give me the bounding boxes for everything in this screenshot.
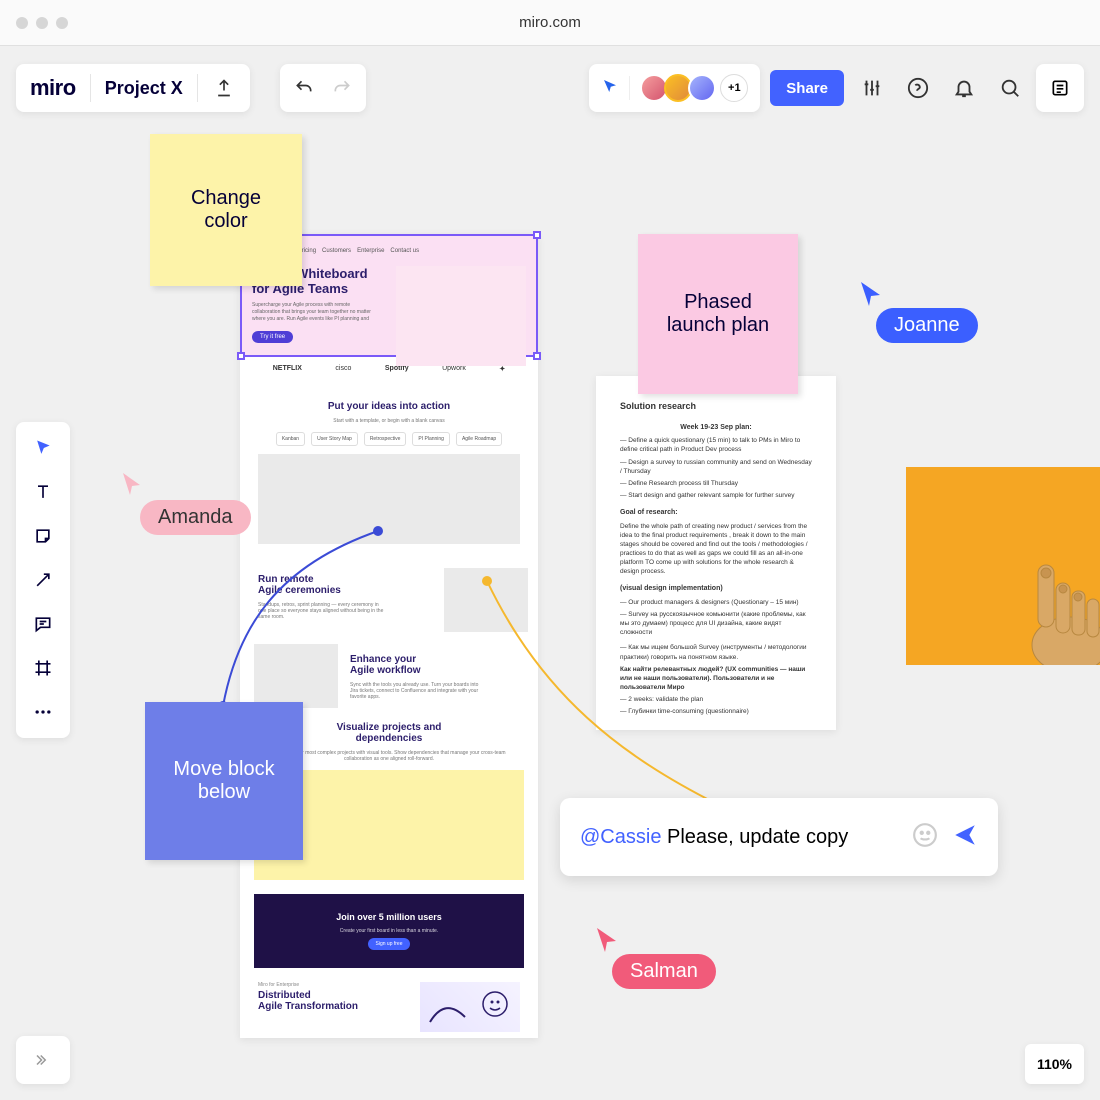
section-join: Join over 5 million users Create your fi… [254,894,524,968]
left-toolbar [16,422,70,738]
frame-tool-icon[interactable] [29,654,57,682]
comment-input-bar[interactable]: @Cassie Please, update copy [560,798,998,876]
avatar-stack[interactable]: +1 [640,74,748,102]
redo-icon[interactable] [330,76,354,100]
export-icon[interactable] [212,76,236,100]
divider [90,74,91,102]
avatar[interactable] [688,74,716,102]
maximize-dot[interactable] [56,17,68,29]
selection-handle[interactable] [237,352,245,360]
undo-icon[interactable] [292,76,316,100]
sticky-text: Move block below [163,758,285,804]
search-icon[interactable] [992,70,1028,106]
more-tools-icon[interactable] [29,698,57,726]
hero-subtitle: Supercharge your Agile process with remo… [252,302,372,323]
section-ideas: Put your ideas into action Start with a … [240,387,538,558]
notifications-icon[interactable] [946,70,982,106]
divider [197,74,198,102]
user-tag-joanne: Joanne [876,308,978,343]
activity-panel-icon[interactable] [1036,64,1084,112]
arrow-tool-icon[interactable] [29,566,57,594]
traffic-lights [16,17,68,29]
emoji-icon[interactable] [912,822,938,853]
settings-icon[interactable] [854,70,890,106]
avatar-overflow[interactable]: +1 [720,74,748,102]
selection-handle[interactable] [533,231,541,239]
project-name[interactable]: Project X [105,78,183,99]
sticky-note-yellow[interactable]: Change color [150,134,302,286]
section-ceremonies: Run remoteAgile ceremonies Standups, ret… [240,558,538,638]
sticky-note-pink[interactable]: Phased launch plan [638,234,798,394]
url-text: miro.com [519,14,581,31]
user-cursor-amanda [120,471,144,497]
placeholder-block [254,644,338,708]
browser-chrome: miro.com [0,0,1100,46]
placeholder-image [420,982,520,1032]
selection-handle[interactable] [533,352,541,360]
help-icon[interactable] [900,70,936,106]
section-enterprise: Miro for Enterprise DistributedAgile Tra… [240,968,538,1038]
collaborators-group: +1 [589,64,760,112]
expand-panel-icon[interactable] [16,1036,70,1084]
top-right-actions: +1 Share [589,64,1028,112]
minimize-dot[interactable] [36,17,48,29]
canvas[interactable]: miro Project X +1 Shar [0,46,1100,1100]
robot-hand-image [980,535,1100,665]
doc-title: Solution research [620,400,812,413]
placeholder-block [444,568,528,632]
close-dot[interactable] [16,17,28,29]
image-card[interactable] [906,467,1100,665]
sticky-tool-icon[interactable] [29,522,57,550]
mention: @Cassie [580,826,661,848]
text-tool-icon[interactable] [29,478,57,506]
select-tool-icon[interactable] [29,434,57,462]
user-tag-salman: Salman [612,954,716,989]
user-cursor-joanne [858,280,884,308]
sticky-text: Change color [168,187,284,233]
share-button[interactable]: Share [770,70,844,106]
section-workflow: Enhance yourAgile workflow Sync with the… [240,638,538,708]
sticky-note-blue[interactable]: Move block below [145,702,303,860]
zoom-value: 110% [1037,1056,1072,1072]
zoom-level[interactable]: 110% [1025,1044,1084,1084]
user-cursor-salman [594,926,620,954]
website-mockup[interactable]: miroProductPricingCustomersEnterpriseCon… [240,234,538,1038]
hero-image-placeholder [396,266,526,366]
comment-tool-icon[interactable] [29,610,57,638]
cursor-mode-icon[interactable] [601,77,619,100]
user-tag-amanda: Amanda [140,500,251,535]
send-icon[interactable] [952,822,978,853]
miro-logo[interactable]: miro [30,75,76,101]
comment-text[interactable]: @Cassie Please, update copy [580,826,898,849]
undo-redo-bar [280,64,366,112]
document-card[interactable]: Solution research Week 19-23 Sep plan: —… [596,376,836,730]
divider [629,76,630,100]
board-header: miro Project X [16,64,250,112]
placeholder-block [258,454,520,544]
hero-cta: Try it free [252,331,293,343]
sticky-text: Phased launch plan [656,291,780,337]
